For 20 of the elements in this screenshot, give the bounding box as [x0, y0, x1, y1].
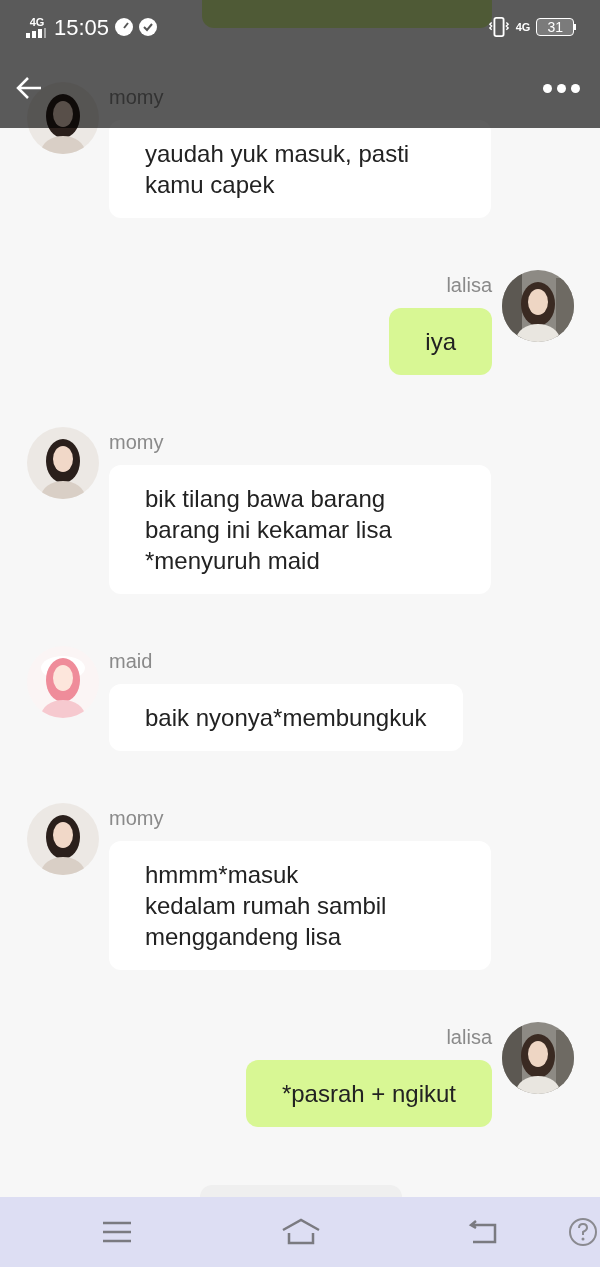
gauge-icon: [115, 18, 134, 36]
network-type: 4G: [515, 19, 531, 35]
sender-name: lalisa: [446, 1025, 492, 1050]
message-bubble: bik tilang bawa barang barang ini kekamar lisa *menyuruh maid: [109, 465, 491, 594]
check-circle-icon: [139, 18, 158, 36]
home-button[interactable]: [281, 1218, 321, 1246]
back-nav-button[interactable]: [468, 1219, 498, 1245]
sender-name: lalisa: [446, 273, 492, 298]
message-bubble: hmmm*masuk kedalam rumah sambil menggandeng lisa: [109, 841, 491, 970]
sender-name: momy: [109, 430, 164, 455]
sender-name: maid: [109, 649, 153, 674]
message-bubble: *pasrah + ngikut: [245, 1060, 492, 1127]
battery-icon: 31: [536, 18, 576, 36]
clock-time: 15:05: [54, 13, 110, 42]
help-button[interactable]: [568, 1217, 598, 1247]
vibrate-icon: [487, 16, 510, 38]
message-bubble: baik nyonya*membungkuk: [109, 684, 463, 751]
menu-button[interactable]: [102, 1220, 132, 1244]
message-bubble: iya: [389, 308, 492, 375]
sender-name: momy: [109, 806, 164, 831]
